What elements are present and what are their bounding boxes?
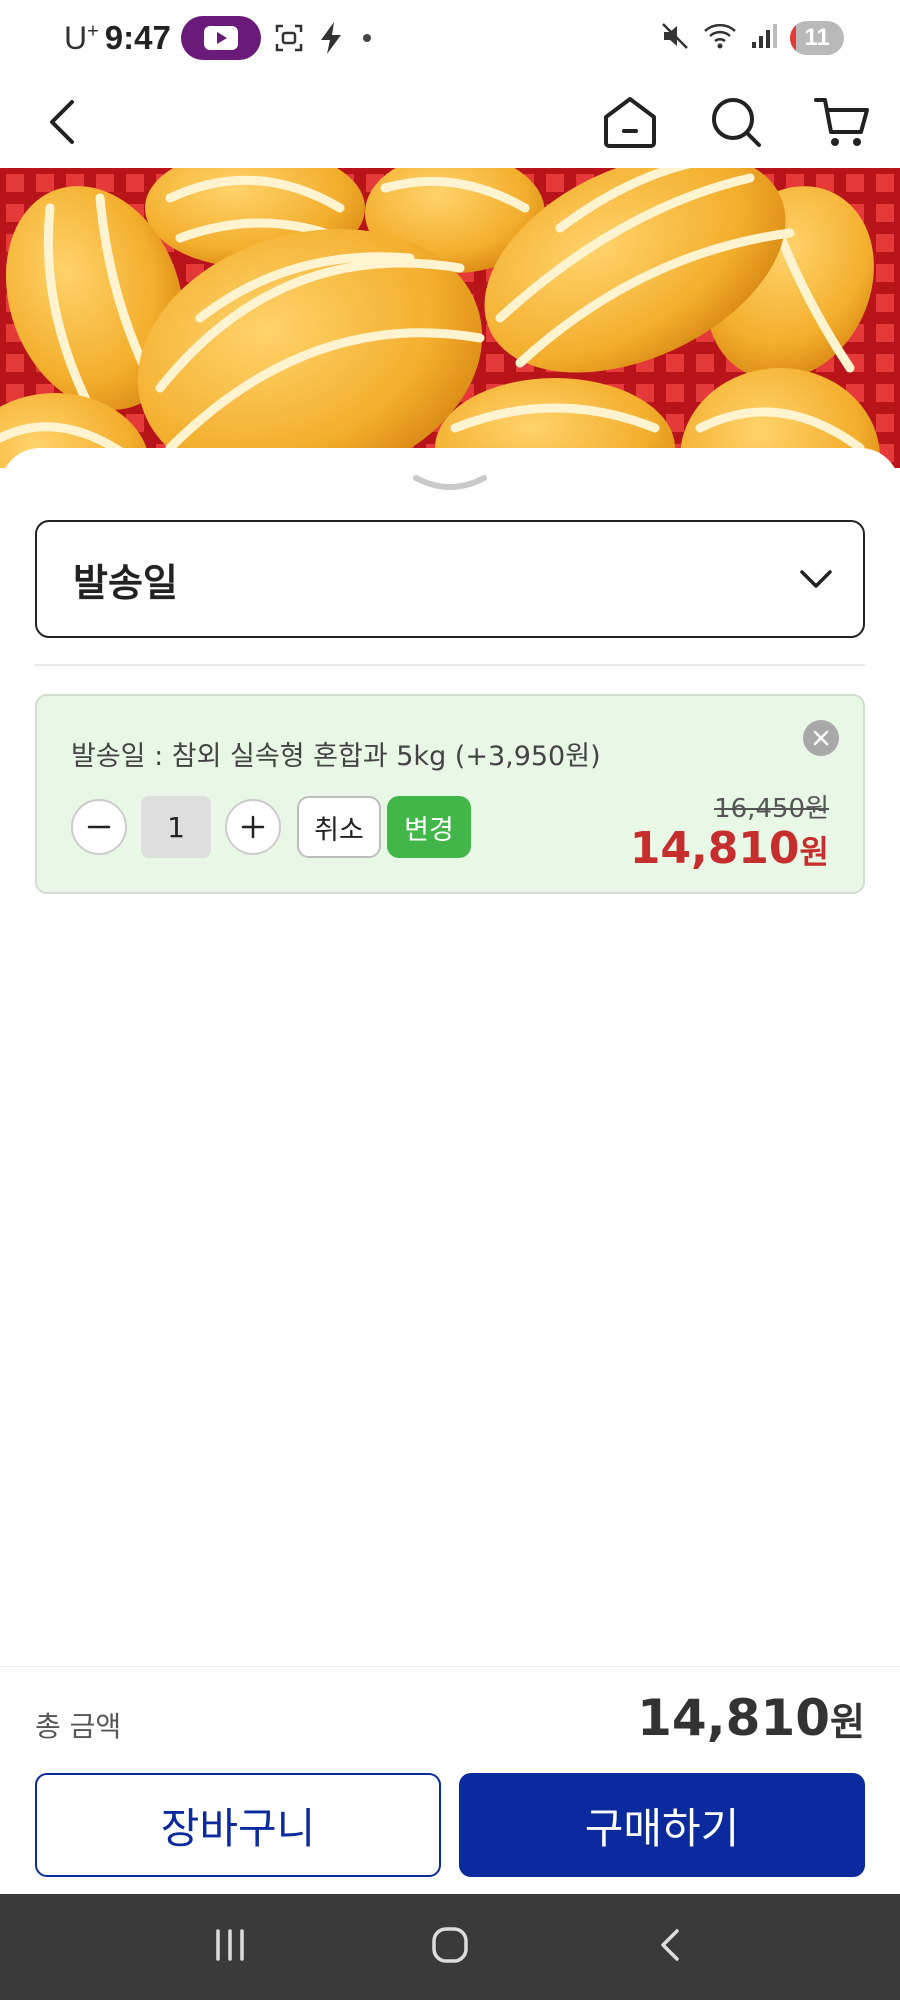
plus-icon [241, 815, 265, 839]
back-button[interactable] [30, 88, 98, 156]
close-icon [813, 730, 829, 746]
nav-actions [596, 88, 876, 156]
system-home-button[interactable] [430, 1925, 470, 1969]
notification-dot-icon [362, 34, 371, 42]
chevron-down-icon [413, 475, 487, 490]
total-label: 총 금액 [35, 1710, 122, 1743]
system-nav-bar [0, 1894, 900, 2000]
cart-icon [814, 98, 869, 146]
search-button[interactable] [702, 88, 770, 156]
home-circle-icon [432, 1927, 468, 1963]
sheet-collapse-handle[interactable] [412, 472, 488, 500]
option-dropdown[interactable]: 발송일 [35, 520, 865, 638]
remove-option-button[interactable] [803, 720, 839, 756]
total-amount: 14,810원 [637, 1689, 865, 1747]
carrier-label: U+ [64, 19, 99, 56]
youtube-icon [180, 16, 261, 60]
add-to-cart-button[interactable]: 장바구니 [35, 1773, 441, 1877]
chevron-down-icon [800, 570, 832, 588]
system-back-button[interactable] [650, 1925, 690, 1969]
battery-icon: 11 [790, 21, 844, 55]
product-image [0, 168, 900, 468]
decrease-quantity-button[interactable] [71, 799, 127, 855]
original-price: 16,450원 [714, 794, 829, 824]
buy-now-button[interactable]: 구매하기 [459, 1773, 865, 1877]
option-sheet: 발송일 발송일 : 참외 실속형 혼합과 5kg (+3,950원) 1 취소 … [0, 448, 900, 1666]
back-chevron-icon [661, 1929, 679, 1961]
quantity-stepper: 1 취소 변경 [71, 796, 471, 858]
purchase-panel: 총 금액 14,810원 장바구니 구매하기 [0, 1666, 900, 1894]
flash-icon [317, 20, 345, 56]
recent-apps-button[interactable] [210, 1925, 250, 1969]
top-nav [0, 76, 900, 168]
status-right: 11 [660, 21, 844, 56]
cart-button[interactable] [808, 88, 876, 156]
change-button[interactable]: 변경 [387, 796, 471, 858]
recent-apps-icon [216, 1929, 244, 1961]
selected-option-card: 발송일 : 참외 실속형 혼합과 5kg (+3,950원) 1 취소 변경 1… [35, 694, 865, 894]
cancel-button[interactable]: 취소 [297, 796, 381, 858]
sale-price: 14,810원 [629, 823, 829, 874]
increase-quantity-button[interactable] [225, 799, 281, 855]
back-arrow-icon [50, 100, 74, 144]
search-icon [712, 98, 761, 147]
option-dropdown-label: 발송일 [73, 560, 178, 605]
mute-icon [660, 21, 690, 56]
quantity-input[interactable]: 1 [141, 796, 211, 858]
signal-icon [750, 22, 778, 55]
wifi-icon [702, 21, 738, 56]
divider [35, 664, 865, 666]
home-icon [604, 97, 656, 148]
screenshot-icon [273, 22, 305, 54]
minus-icon [87, 825, 111, 829]
option-price: 16,450원 14,810원 [630, 788, 829, 873]
status-bar: U+ 9:47 11 [0, 0, 900, 76]
status-time: 9:47 [104, 19, 171, 56]
home-button[interactable] [596, 88, 664, 156]
selected-option-title: 발송일 : 참외 실속형 혼합과 5kg (+3,950원) [71, 741, 601, 772]
